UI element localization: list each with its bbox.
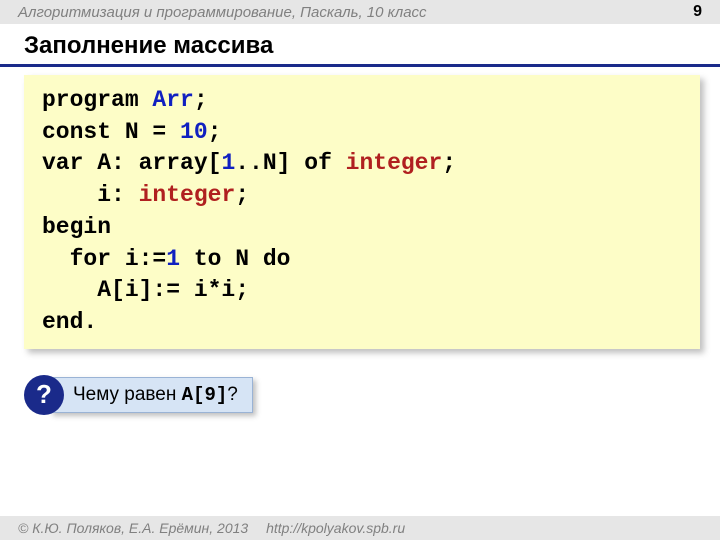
question-pre: Чему равен <box>73 384 182 405</box>
code-line-4: i: integer; <box>42 180 682 212</box>
course-label: Алгоритмизация и программирование, Паска… <box>18 4 427 21</box>
question-post: ? <box>227 384 238 405</box>
question-code: A[9] <box>182 384 228 406</box>
copyright: © К.Ю. Поляков, Е.А. Ерёмин, 2013 <box>18 520 248 536</box>
code-line-2: const N = 10; <box>42 117 682 149</box>
code-line-7: A[i]:= i*i; <box>42 275 682 307</box>
code-line-6: for i:=1 to N do <box>42 244 682 276</box>
footer-band: © К.Ю. Поляков, Е.А. Ерёмин, 2013 http:/… <box>0 516 720 540</box>
code-line-5: begin <box>42 212 682 244</box>
code-line-3: var A: array[1..N] of integer; <box>42 148 682 180</box>
code-line-1: program Arr; <box>42 85 682 117</box>
footer-url: http://kpolyakov.spb.ru <box>266 520 405 536</box>
question-text: Чему равен A[9]? <box>50 377 253 413</box>
question-badge-icon: ? <box>24 375 64 415</box>
code-line-8: end. <box>42 307 682 339</box>
page-number: 9 <box>693 3 702 21</box>
title-underline <box>0 64 720 67</box>
question-row: ? Чему равен A[9]? <box>24 375 720 415</box>
code-block: program Arr; const N = 10; var A: array[… <box>24 75 700 349</box>
slide-title: Заполнение массива <box>0 24 720 64</box>
header-band: Алгоритмизация и программирование, Паска… <box>0 0 720 24</box>
